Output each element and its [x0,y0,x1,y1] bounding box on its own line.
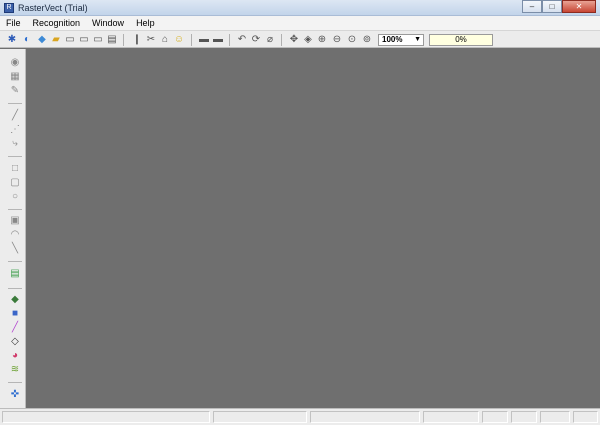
zoom-value: 100% [382,35,403,44]
menu-help[interactable]: Help [136,18,155,28]
crosshair-icon[interactable]: ✜ [9,389,21,401]
undo-icon[interactable]: ↶ [236,34,248,46]
left-toolbar-separator [8,288,22,289]
line-tool-icon[interactable]: ╱ [9,110,21,122]
region-tool-icon[interactable]: ▦ [9,71,21,83]
eraser-icon[interactable]: ⌂ [159,34,171,46]
eraser-tool-icon[interactable]: ◇ [9,336,21,348]
zoom-out-icon[interactable]: ⊖ [331,34,343,46]
minimize-button[interactable]: – [522,0,542,13]
status-bar [0,408,600,425]
zoom-fit-icon[interactable]: ⊙ [346,34,358,46]
menu-recognition[interactable]: Recognition [33,18,81,28]
toolbar-separator [123,34,124,46]
pan-icon[interactable]: ✥ [288,34,300,46]
progress-indicator: 0% [429,34,493,46]
left-toolbar-separator [8,382,22,383]
scan-icon[interactable]: ◐ [21,34,33,46]
layer-left-icon[interactable]: ▬ [198,34,210,46]
status-pane [511,411,537,423]
save-as-icon[interactable]: ▭ [78,34,90,46]
window-title: RasterVect (Trial) [18,3,88,13]
text-tool-icon[interactable]: ▣ [9,215,21,227]
status-pane [540,411,570,423]
left-toolbar-separator [8,209,22,210]
picture-tool-icon[interactable]: ▤ [9,268,21,280]
status-pane [2,411,210,423]
arc-tool-icon[interactable]: ◠ [9,229,21,241]
status-pane [310,411,420,423]
menu-window[interactable]: Window [92,18,124,28]
zoom-select[interactable]: 100% ▼ [378,34,424,46]
curve-tool-icon[interactable]: ⤷ [9,138,21,150]
layers-icon[interactable]: ≋ [9,364,21,376]
close-button[interactable]: ✕ [562,0,596,13]
layer-right-icon[interactable]: ▬ [212,34,224,46]
toolbar-separator [229,34,230,46]
toolbar-separator [191,34,192,46]
document-canvas[interactable] [27,49,600,408]
app-icon: R [4,3,14,13]
zoom-actual-icon[interactable]: ⊚ [361,34,373,46]
status-pane [213,411,307,423]
redo-icon[interactable]: ⟳ [250,34,262,46]
vectorize-icon[interactable]: ✱ [6,34,18,46]
menu-file[interactable]: File [6,18,21,28]
color-swatch-icon[interactable]: ■ [9,308,21,320]
clear-icon[interactable]: ⌀ [264,34,276,46]
chevron-down-icon: ▼ [414,36,421,43]
rotate-icon[interactable]: ◈ [302,34,314,46]
progress-value: 0% [455,35,467,44]
left-toolbar-separator [8,103,22,104]
pen-icon[interactable]: ❙ [131,34,143,46]
left-toolbar: ◉ ▦ ✎ ╱ ⋰ ⤷ □ ▢ ○ ▣ ◠ ╲ ▤ ◆ ■ ╱ ◇ ◕ ≋ ✜ [0,49,26,408]
polyline-tool-icon[interactable]: ⋰ [9,124,21,136]
maximize-button[interactable]: □ [542,0,562,13]
status-pane [482,411,508,423]
rectangle-tool-icon[interactable]: □ [9,163,21,175]
save-icon[interactable]: ▭ [64,34,76,46]
main-toolbar: ✱ ◐ ◆ ▰ ▭ ▭ ▭ ▤ ❙ ✂ ⌂ ☺ ▬ ▬ ↶ ⟳ ⌀ ✥ ◈ ⊕ … [0,30,600,48]
title-bar: R RasterVect (Trial) – □ ✕ [0,0,600,16]
circle-tool-icon[interactable]: ○ [9,191,21,203]
select-tool-icon[interactable]: ◉ [9,57,21,69]
measure-tool-icon[interactable]: ╲ [9,243,21,255]
status-pane [423,411,479,423]
status-pane [573,411,598,423]
fill-tool-icon[interactable]: ✎ [9,85,21,97]
toolbar-separator [281,34,282,46]
print-icon[interactable]: ▤ [106,34,118,46]
left-toolbar-separator [8,261,22,262]
open-folder-icon[interactable]: ▰ [50,34,62,46]
hand-icon[interactable]: ☺ [173,34,185,46]
pencil-icon[interactable]: ╱ [9,322,21,334]
left-toolbar-separator [8,156,22,157]
palette-icon[interactable]: ◕ [9,350,21,362]
import-icon[interactable]: ◆ [36,34,48,46]
zoom-in-icon[interactable]: ⊕ [316,34,328,46]
bucket-icon[interactable]: ◆ [9,294,21,306]
window-controls: – □ ✕ [522,0,596,14]
cut-icon[interactable]: ✂ [145,34,157,46]
menu-bar: File Recognition Window Help [0,16,600,30]
export-icon[interactable]: ▭ [92,34,104,46]
rect-select-icon[interactable]: ▢ [9,177,21,189]
